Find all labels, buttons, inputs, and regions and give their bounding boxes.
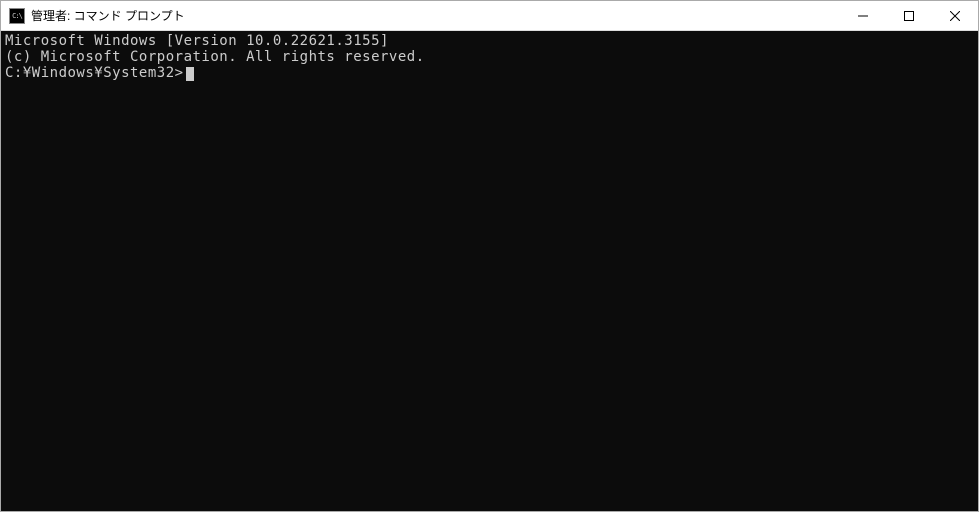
titlebar[interactable]: C:\ 管理者: コマンド プロンプト	[1, 1, 978, 31]
close-icon	[950, 11, 960, 21]
app-icon: C:\	[9, 8, 25, 24]
window-controls	[840, 1, 978, 30]
console-output[interactable]: Microsoft Windows [Version 10.0.22621.31…	[1, 31, 978, 511]
console-line-version: Microsoft Windows [Version 10.0.22621.31…	[5, 33, 974, 49]
close-button[interactable]	[932, 1, 978, 30]
minimize-button[interactable]	[840, 1, 886, 30]
maximize-icon	[904, 11, 914, 21]
console-prompt-line: C:¥Windows¥System32>	[5, 65, 974, 81]
window-title: 管理者: コマンド プロンプト	[31, 7, 840, 24]
minimize-icon	[858, 11, 868, 21]
console-prompt: C:¥Windows¥System32>	[5, 65, 184, 81]
maximize-button[interactable]	[886, 1, 932, 30]
text-cursor	[186, 67, 194, 81]
command-prompt-window: C:\ 管理者: コマンド プロンプト Microsoft Windows [V…	[0, 0, 979, 512]
console-line-copyright: (c) Microsoft Corporation. All rights re…	[5, 49, 974, 65]
